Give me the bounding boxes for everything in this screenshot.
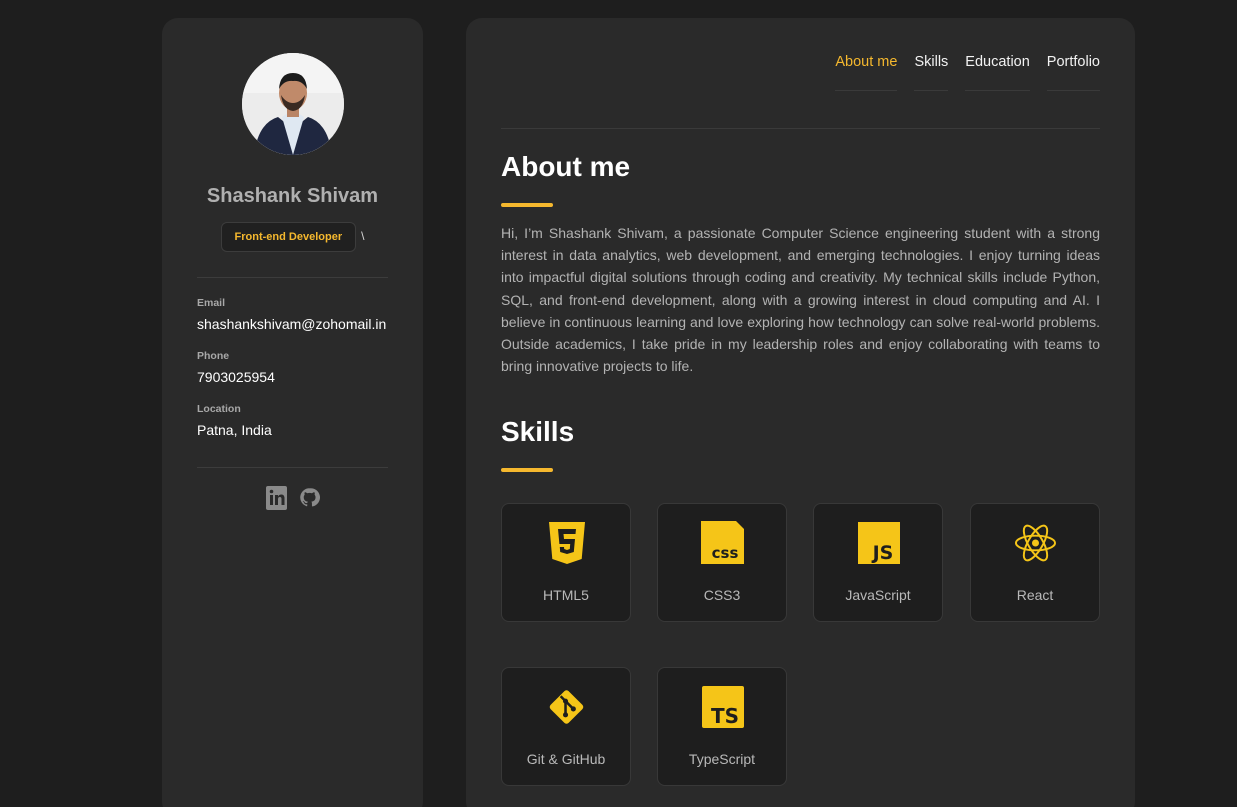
skill-card-html5[interactable]: HTML5: [501, 503, 631, 622]
skill-label: TypeScript: [688, 751, 756, 767]
svg-text:TS: TS: [710, 704, 738, 728]
contact-location: Location Patna, India: [197, 403, 272, 438]
about-title: About me: [501, 151, 631, 182]
email-value[interactable]: shashankshivam@zohomail.in: [197, 316, 386, 332]
skill-label: JavaScript: [845, 587, 911, 603]
top-nav: About me Skills Education Portfolio: [835, 54, 1100, 91]
linkedin-icon[interactable]: [265, 485, 287, 510]
title-underline: [501, 203, 553, 207]
skill-label: HTML5: [543, 587, 589, 603]
divider: [501, 128, 1100, 129]
javascript-icon: JS: [857, 521, 900, 564]
html5-icon: [545, 521, 588, 564]
css3-icon: css: [701, 521, 744, 564]
profile-name: Shashank Shivam: [206, 185, 379, 207]
contact-email: Email shashankshivam@zohomail.in: [197, 297, 386, 332]
skill-card-javascript[interactable]: JS JavaScript: [813, 503, 943, 622]
skills-title: Skills: [501, 416, 575, 447]
skill-card-react[interactable]: React: [970, 503, 1100, 622]
svg-text:css: css: [712, 544, 739, 562]
svg-text:JS: JS: [870, 542, 893, 564]
contact-label: Email: [197, 297, 226, 309]
github-icon[interactable]: [299, 485, 320, 510]
nav-about[interactable]: About me: [835, 54, 898, 91]
location-value: Patna, India: [197, 422, 272, 438]
social-links: [162, 485, 423, 510]
skill-card-git[interactable]: Git & GitHub: [501, 667, 631, 786]
git-icon: [545, 685, 588, 728]
divider: [197, 277, 388, 278]
about-text: Hi, I’m Shashank Shivam, a passionate Co…: [501, 225, 1100, 375]
contact-label: Location: [197, 403, 241, 415]
main-panel: About me Skills Education Portfolio Abou…: [466, 18, 1135, 807]
skill-card-css3[interactable]: css CSS3: [657, 503, 787, 622]
role-suffix: \: [361, 229, 365, 243]
skill-label: CSS3: [703, 587, 741, 603]
skill-label: Git & GitHub: [526, 751, 606, 767]
skill-label: React: [1016, 587, 1054, 603]
contact-label: Phone: [197, 350, 230, 362]
profile-sidebar: Shashank Shivam Front-end Developer \ Ema…: [162, 18, 423, 807]
title-underline: [501, 468, 553, 472]
avatar: [242, 53, 344, 155]
role-badge: Front-end Developer: [220, 222, 357, 252]
contact-phone: Phone 7903025954: [197, 350, 275, 385]
nav-portfolio[interactable]: Portfolio: [1046, 54, 1100, 91]
nav-education[interactable]: Education: [965, 54, 1030, 91]
phone-value[interactable]: 7903025954: [197, 369, 275, 385]
divider: [197, 467, 388, 468]
react-icon: [1014, 521, 1057, 564]
skill-card-typescript[interactable]: TS TypeScript: [657, 667, 787, 786]
role-row: Front-end Developer \: [162, 222, 423, 252]
nav-skills[interactable]: Skills: [914, 54, 949, 91]
typescript-icon: TS: [701, 685, 744, 728]
